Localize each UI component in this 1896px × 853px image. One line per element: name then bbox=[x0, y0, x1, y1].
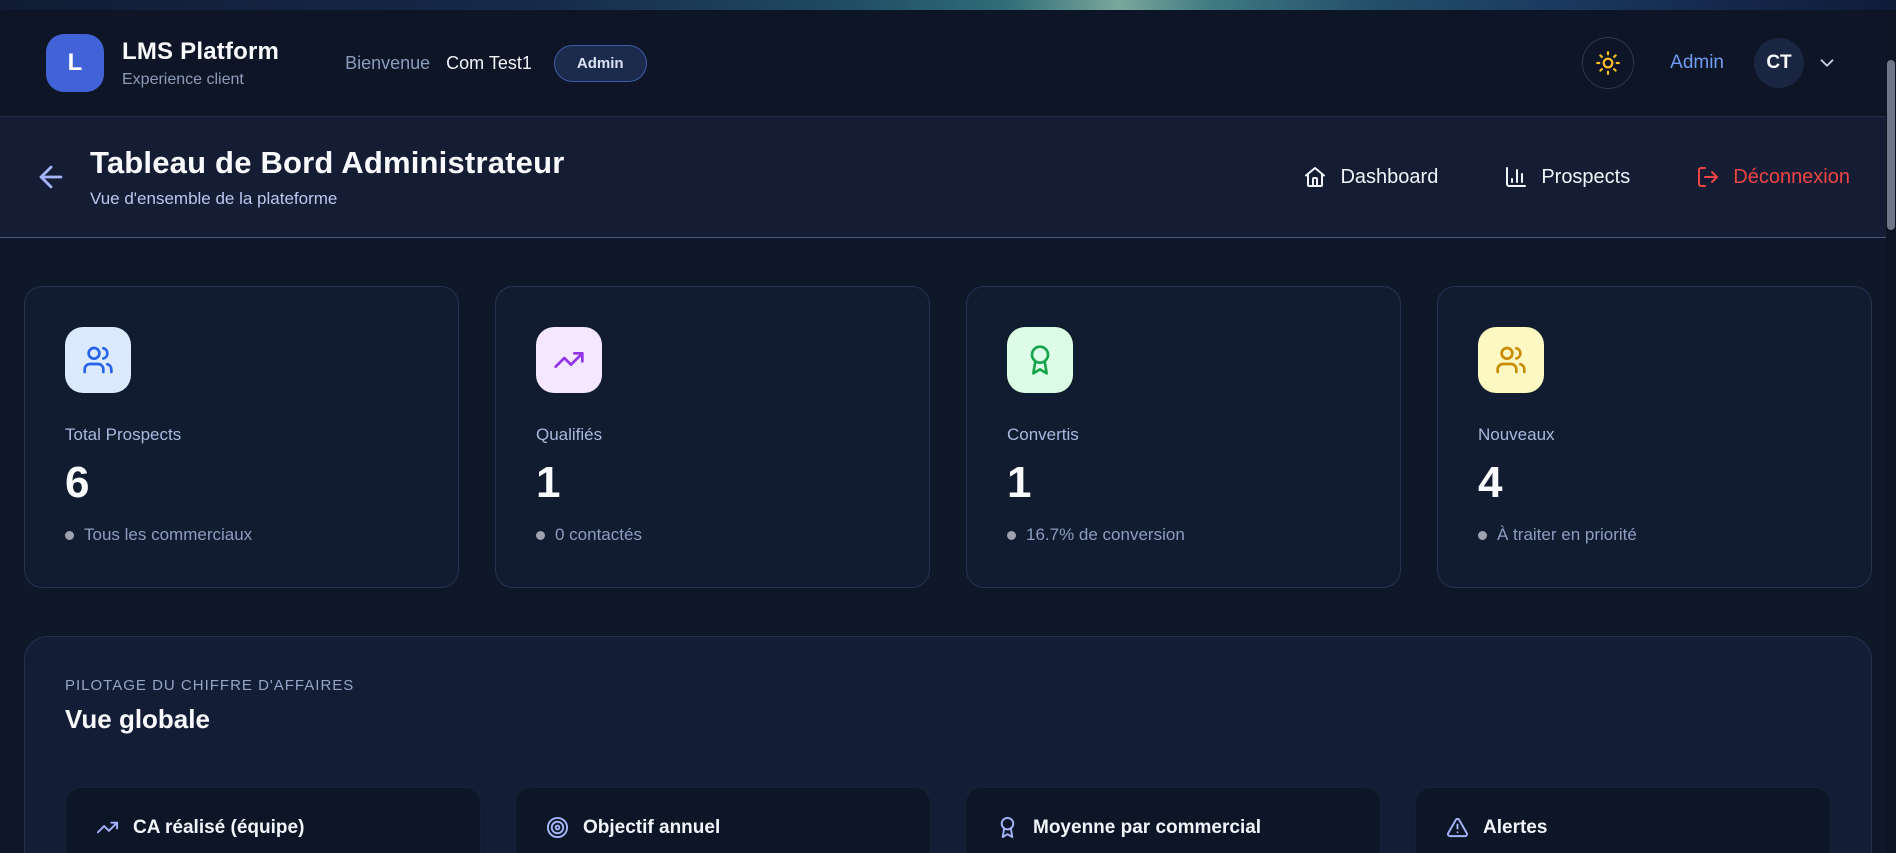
chevron-down-icon[interactable] bbox=[1816, 52, 1838, 74]
welcome-user-name: Com Test1 bbox=[446, 52, 532, 73]
users-icon bbox=[65, 327, 131, 393]
stat-value: 1 bbox=[1007, 458, 1032, 507]
trending-up-icon bbox=[96, 816, 119, 839]
bullet-dot bbox=[65, 530, 74, 540]
page-header-text: Tableau de Bord Administrateur Vue d'ens… bbox=[90, 145, 565, 209]
stat-value: 6 bbox=[65, 458, 90, 507]
nav-prospects-label: Prospects bbox=[1541, 165, 1631, 188]
stat-card-convertis: Convertis 1 16.7% de conversion bbox=[966, 286, 1401, 588]
page-header: Tableau de Bord Administrateur Vue d'ens… bbox=[0, 117, 1896, 238]
stat-value: 1 bbox=[536, 458, 561, 507]
panel-alertes: Alertes bbox=[1415, 787, 1831, 853]
page-title: Tableau de Bord Administrateur bbox=[90, 145, 565, 180]
panel-objectif-annuel: Objectif annuel bbox=[515, 787, 931, 853]
stat-label: Nouveaux bbox=[1478, 425, 1555, 444]
stat-card-total-prospects: Total Prospects 6 Tous les commerciaux bbox=[24, 286, 459, 588]
section-title: Vue globale bbox=[65, 704, 210, 734]
role-badge: Admin bbox=[553, 44, 647, 82]
topbar-right: Admin CT bbox=[1582, 37, 1838, 89]
stat-card-nouveaux: Nouveaux 4 À traiter en priorité bbox=[1437, 286, 1872, 588]
header-nav: Dashboard Prospects Déconnexion bbox=[1303, 165, 1850, 189]
panel-ca-realise: CA réalisé (équipe) bbox=[65, 787, 481, 853]
award-icon bbox=[996, 816, 1019, 839]
app-logo: L bbox=[46, 34, 104, 92]
stats-row: Total Prospects 6 Tous les commerciaux Q… bbox=[24, 286, 1872, 588]
panel-head: Moyenne par commercial bbox=[996, 816, 1350, 839]
stat-note-text: 16.7% de conversion bbox=[1026, 525, 1185, 544]
stat-label: Convertis bbox=[1007, 425, 1079, 444]
stat-note-text: Tous les commerciaux bbox=[84, 525, 253, 544]
stat-value: 4 bbox=[1478, 458, 1503, 507]
stat-note: 16.7% de conversion bbox=[1007, 525, 1360, 545]
decorative-gradient-strip bbox=[0, 0, 1896, 10]
bullet-dot bbox=[1007, 530, 1016, 540]
scrollbar-thumb[interactable] bbox=[1887, 60, 1895, 230]
panel-title: Objectif annuel bbox=[583, 816, 721, 838]
theme-toggle-button[interactable] bbox=[1582, 37, 1635, 89]
trending-up-icon bbox=[536, 327, 602, 393]
back-button[interactable] bbox=[34, 160, 68, 194]
panel-head: CA réalisé (équipe) bbox=[96, 816, 450, 839]
sun-icon bbox=[1595, 50, 1621, 76]
stat-note: 0 contactés bbox=[536, 525, 889, 545]
panel-moyenne-commercial: Moyenne par commercial bbox=[965, 787, 1381, 853]
app-subtitle: Experience client bbox=[122, 70, 244, 88]
alert-triangle-icon bbox=[1446, 816, 1469, 839]
logout-button[interactable]: Déconnexion bbox=[1696, 165, 1850, 189]
nav-prospects[interactable]: Prospects bbox=[1504, 165, 1630, 189]
stat-note-text: À traiter en priorité bbox=[1497, 525, 1637, 544]
panel-title: CA réalisé (équipe) bbox=[133, 816, 305, 838]
panel-head: Alertes bbox=[1446, 816, 1800, 839]
arrow-left-icon bbox=[34, 160, 68, 194]
stat-card-qualifies: Qualifiés 1 0 contactés bbox=[495, 286, 930, 588]
stat-note: Tous les commerciaux bbox=[65, 525, 418, 545]
revenue-panels-row: CA réalisé (équipe) Objectif annuel Moye… bbox=[65, 787, 1831, 853]
house-icon bbox=[1303, 165, 1327, 189]
users-icon bbox=[1478, 327, 1544, 393]
nav-dashboard[interactable]: Dashboard bbox=[1303, 165, 1438, 189]
panel-title: Alertes bbox=[1483, 816, 1548, 838]
user-avatar[interactable]: CT bbox=[1754, 38, 1804, 88]
panel-title: Moyenne par commercial bbox=[1033, 816, 1262, 838]
nav-dashboard-label: Dashboard bbox=[1340, 165, 1439, 188]
welcome-block: Bienvenue Com Test1 Admin bbox=[345, 44, 647, 82]
stat-label: Total Prospects bbox=[65, 425, 182, 444]
logout-label: Déconnexion bbox=[1733, 165, 1850, 188]
app-name: LMS Platform bbox=[122, 37, 280, 65]
topbar: L LMS Platform Experience client Bienven… bbox=[0, 10, 1896, 117]
vertical-scrollbar[interactable] bbox=[1886, 10, 1896, 853]
logout-icon bbox=[1696, 165, 1720, 189]
main-content: Total Prospects 6 Tous les commerciaux Q… bbox=[0, 238, 1896, 853]
role-label: Admin bbox=[1670, 52, 1724, 73]
stat-note: À traiter en priorité bbox=[1478, 525, 1831, 545]
award-icon bbox=[1007, 327, 1073, 393]
app-identity: LMS Platform Experience client bbox=[122, 38, 279, 89]
bullet-dot bbox=[1478, 530, 1487, 540]
panel-head: Objectif annuel bbox=[546, 816, 900, 839]
revenue-section: PILOTAGE DU CHIFFRE D'AFFAIRES Vue globa… bbox=[24, 636, 1872, 853]
bullet-dot bbox=[536, 530, 545, 540]
page-subtitle: Vue d'ensemble de la plateforme bbox=[90, 189, 338, 208]
section-eyebrow: PILOTAGE DU CHIFFRE D'AFFAIRES bbox=[65, 677, 355, 694]
welcome-label: Bienvenue bbox=[345, 52, 431, 73]
stat-note-text: 0 contactés bbox=[555, 525, 642, 544]
stat-label: Qualifiés bbox=[536, 425, 603, 444]
target-icon bbox=[546, 816, 569, 839]
bar-chart-icon bbox=[1504, 165, 1528, 189]
